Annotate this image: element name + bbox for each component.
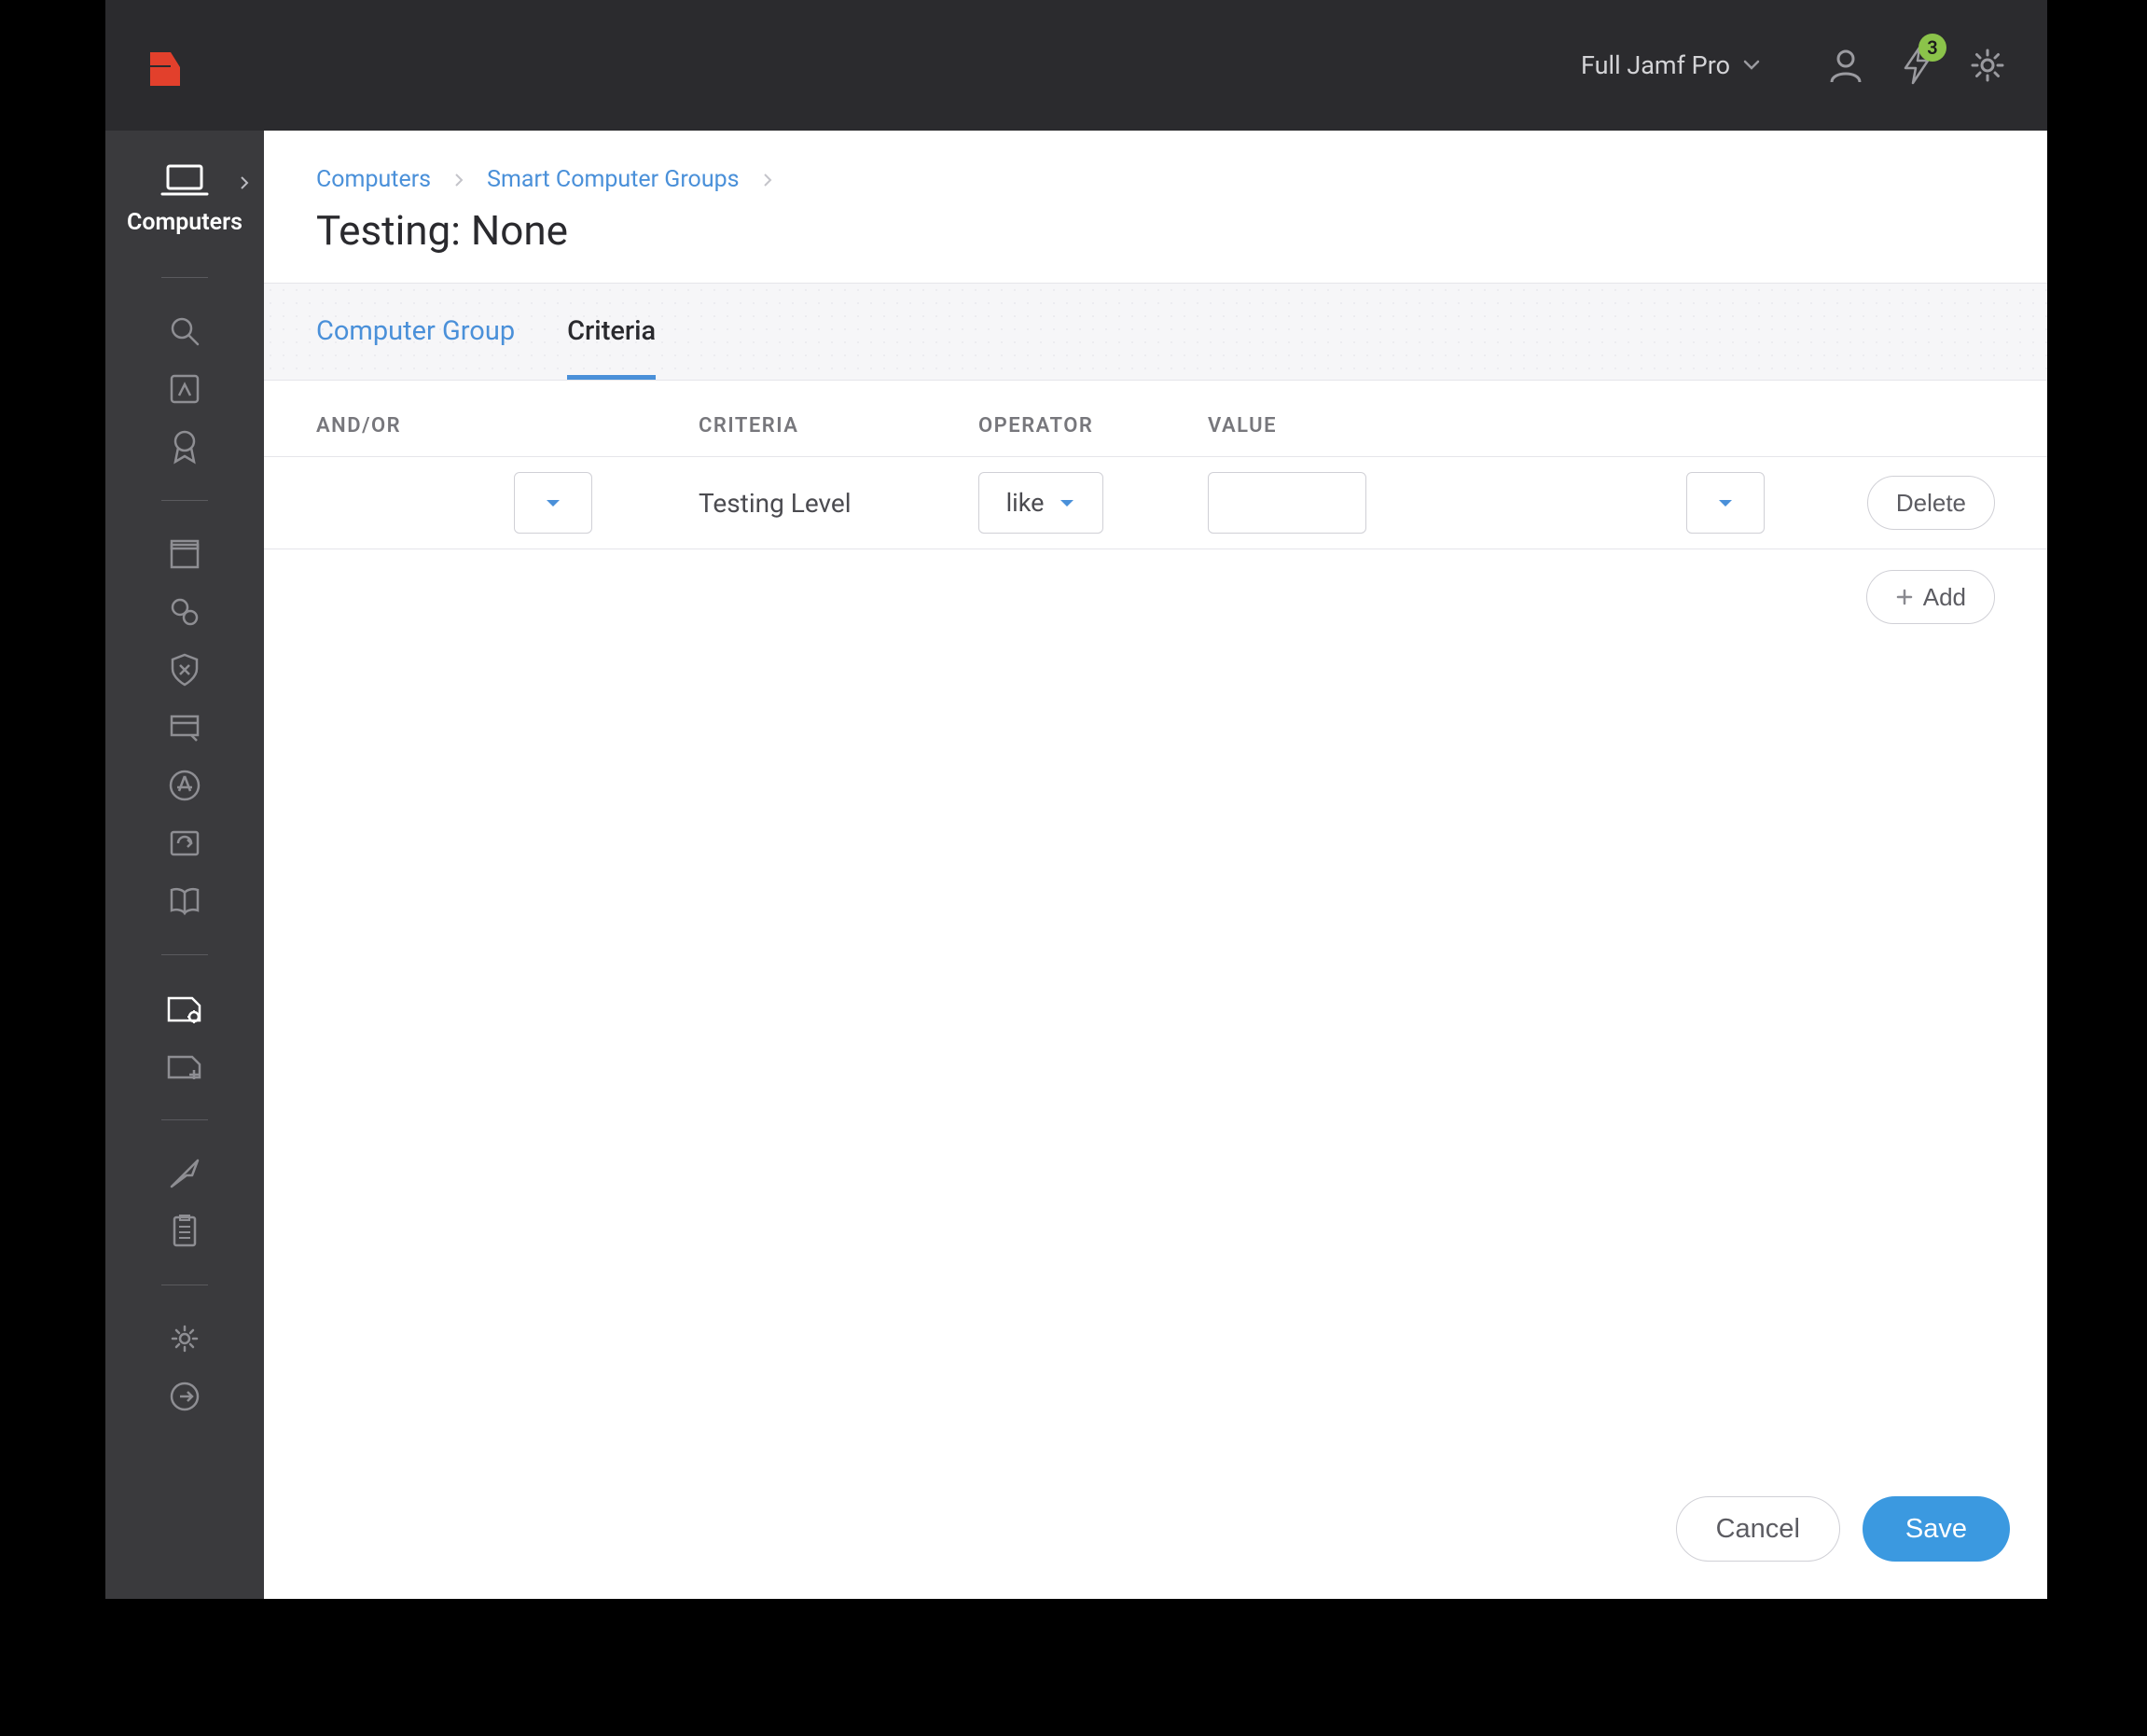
chevron-down-icon [1743,60,1760,71]
add-button[interactable]: Add [1866,570,1995,624]
jamf-logo-icon [143,43,187,88]
lightning-icon[interactable]: 3 [1894,43,1939,88]
caret-down-icon [1059,497,1075,508]
profile-menu[interactable]: Full Jamf Pro [1581,50,1760,80]
tabs: Computer Group Criteria [264,284,2047,381]
sidebar-divider [161,277,208,278]
licensed-software-icon[interactable] [166,428,203,465]
policies-icon[interactable] [166,535,203,573]
page-title: Testing: None [316,206,1995,255]
breadcrumb-computers[interactable]: Computers [316,166,431,193]
logout-icon[interactable] [166,1378,203,1415]
operator-value: like [1006,488,1045,518]
sidebar-item-computers[interactable]: Computers [105,149,264,253]
criteria-table-header: AND/OR CRITERIA OPERATOR VALUE [264,381,2047,457]
sidebar-divider [161,500,208,501]
config-profiles-icon[interactable] [166,593,203,631]
tab-computer-group[interactable]: Computer Group [316,284,515,380]
laptop-icon [160,162,209,200]
criteria-area: AND/OR CRITERIA OPERATOR VALUE Te [264,381,2047,1468]
col-header-andor: AND/OR [316,414,699,437]
sidebar-label: Computers [127,209,242,236]
col-header-operator: OPERATOR [978,414,1208,437]
main-area: Computers [105,131,2047,1599]
tab-criteria[interactable]: Criteria [567,284,656,380]
app-window: Full Jamf Pro 3 Computers [105,0,2047,1599]
mac-app-store-icon[interactable] [166,767,203,804]
breadcrumb: Computers Smart Computer Groups [316,166,1995,193]
user-icon[interactable] [1823,43,1868,88]
static-groups-icon[interactable] [166,1048,203,1085]
prestage-enrollments-icon[interactable] [166,1213,203,1250]
restricted-software-icon[interactable] [166,651,203,688]
inventory-icon[interactable] [166,370,203,408]
grouping-dropdown[interactable] [1686,472,1765,534]
patch-management-icon[interactable] [166,825,203,862]
andor-dropdown[interactable] [514,472,592,534]
enrollment-invitations-icon[interactable] [166,1155,203,1192]
chevron-right-icon [240,175,249,190]
management-settings-icon[interactable] [166,1320,203,1357]
criteria-name: Testing Level [699,488,852,519]
save-button[interactable]: Save [1863,1496,2010,1562]
add-row: Add [264,549,2047,645]
col-header-value: VALUE [1208,414,1995,437]
sidebar-divider [161,954,208,955]
topbar: Full Jamf Pro 3 [105,0,2047,131]
content: Computers Smart Computer Groups Testing:… [264,131,2047,1599]
breadcrumb-smart-groups[interactable]: Smart Computer Groups [487,166,739,193]
footer: Cancel Save [264,1468,2047,1599]
operator-dropdown[interactable]: like [978,472,1103,534]
search-icon[interactable] [166,312,203,350]
add-label: Add [1923,583,1966,612]
criteria-row: Testing Level like [264,457,2047,549]
gear-icon[interactable] [1965,43,2010,88]
delete-label: Delete [1896,489,1966,518]
caret-down-icon [545,497,561,508]
col-header-criteria: CRITERIA [699,414,978,437]
notification-badge: 3 [1918,34,1946,62]
ebooks-icon[interactable] [166,882,203,920]
prestage-imaging-icon[interactable] [166,709,203,746]
caret-down-icon [1717,497,1734,508]
smart-groups-icon[interactable] [166,990,203,1027]
chevron-right-icon [762,172,773,188]
delete-button[interactable]: Delete [1867,476,1995,530]
sidebar-divider [161,1119,208,1120]
cancel-button[interactable]: Cancel [1676,1496,1840,1562]
plus-icon [1895,588,1914,606]
content-header: Computers Smart Computer Groups Testing:… [264,131,2047,284]
profile-label: Full Jamf Pro [1581,50,1730,80]
chevron-right-icon [453,172,464,188]
sidebar: Computers [105,131,264,1599]
value-input[interactable] [1208,472,1366,534]
